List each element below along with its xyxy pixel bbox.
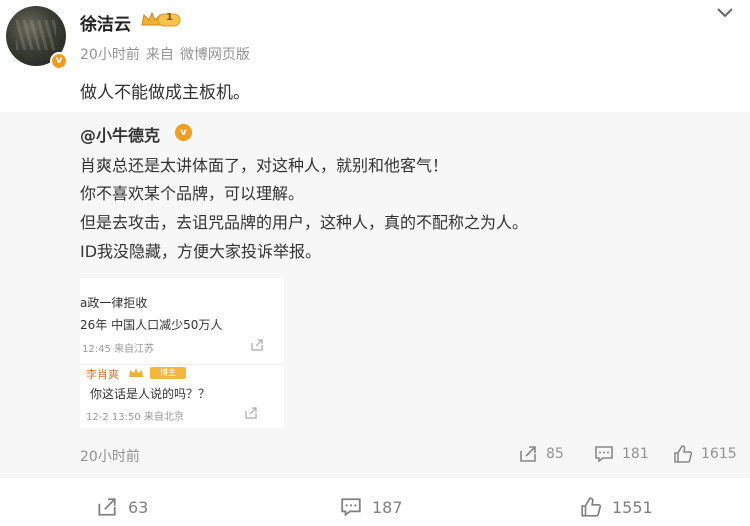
image-text-line: a政一律拒收 bbox=[80, 296, 148, 310]
share-icon bbox=[520, 446, 536, 462]
post-time: 20小时前 bbox=[80, 47, 140, 63]
level-badge: 1 bbox=[166, 12, 173, 23]
share-button[interactable]: 63 bbox=[96, 496, 148, 518]
verified-icon: v bbox=[50, 52, 68, 70]
repost-text-line: 但是去攻击，去诅咒品牌的用户，这种人，真的不配称之为人。 bbox=[80, 213, 529, 232]
image-meta: 12:45 来自江苏 bbox=[82, 344, 154, 355]
post-text: 做人不能做成主板机。 bbox=[80, 83, 250, 103]
repost-author[interactable]: @小牛德克 bbox=[80, 122, 160, 146]
share-icon bbox=[251, 339, 263, 351]
image-meta: 12-2 13:50 来自北京 bbox=[86, 412, 184, 423]
like-button[interactable]: 1551 bbox=[580, 496, 653, 518]
comment-count: 187 bbox=[372, 497, 403, 517]
comment-button[interactable]: 187 bbox=[340, 496, 403, 518]
repost-like-button[interactable]: 1615 bbox=[673, 442, 737, 466]
repost-comment-count: 181 bbox=[622, 446, 649, 462]
like-icon bbox=[674, 445, 693, 463]
comment-icon bbox=[595, 446, 613, 463]
share-icon bbox=[98, 498, 116, 516]
action-bar: 63 187 1551 bbox=[0, 488, 750, 526]
post-source[interactable]: 微博网页版 bbox=[180, 47, 250, 63]
repost-like-count: 1615 bbox=[701, 446, 737, 462]
repost-share-count: 85 bbox=[546, 446, 564, 462]
repost-text-line: 你不喜欢某个品牌，可以理解。 bbox=[80, 184, 305, 203]
username[interactable]: 徐洁云 bbox=[80, 10, 131, 35]
reply-text: 你这话是人说的吗？？ bbox=[90, 387, 211, 401]
like-icon bbox=[581, 497, 602, 517]
crown-icon bbox=[129, 368, 143, 377]
share-icon bbox=[245, 407, 257, 419]
crown-icon bbox=[141, 11, 181, 27]
repost-time: 20小时前 bbox=[80, 449, 140, 465]
reply-name: 李肖爽 bbox=[86, 368, 119, 381]
share-count: 63 bbox=[128, 497, 149, 517]
repost-image[interactable]: a政一律拒收 26年 中国人口减少50万人 12:45 来自江苏 李肖爽 博主 … bbox=[80, 278, 284, 428]
repost-text-line: 肖爽总还是太讲体面了，对这种人，就别和他客气！ bbox=[80, 156, 449, 175]
repost-comment-button[interactable]: 181 bbox=[594, 442, 649, 466]
repost-share-button[interactable]: 85 bbox=[518, 442, 564, 466]
source-prefix: 来自 bbox=[145, 47, 174, 63]
comment-icon bbox=[341, 498, 361, 517]
image-text-line: 26年 中国人口减少50万人 bbox=[80, 318, 223, 332]
repost-card[interactable]: @小牛德克 v 肖爽总还是太讲体面了，对这种人，就别和他客气！ 你不喜欢某个品牌… bbox=[0, 112, 750, 478]
divider bbox=[80, 364, 284, 365]
post-meta: 20小时前 来自 微博网页版 bbox=[80, 44, 256, 64]
like-count: 1551 bbox=[612, 497, 653, 517]
repost-text-line: ID我没隐藏，方便大家投诉举报。 bbox=[80, 242, 322, 261]
verified-icon: v bbox=[175, 124, 192, 141]
reply-tag: 博主 bbox=[150, 367, 186, 379]
chevron-down-icon[interactable] bbox=[716, 6, 734, 20]
